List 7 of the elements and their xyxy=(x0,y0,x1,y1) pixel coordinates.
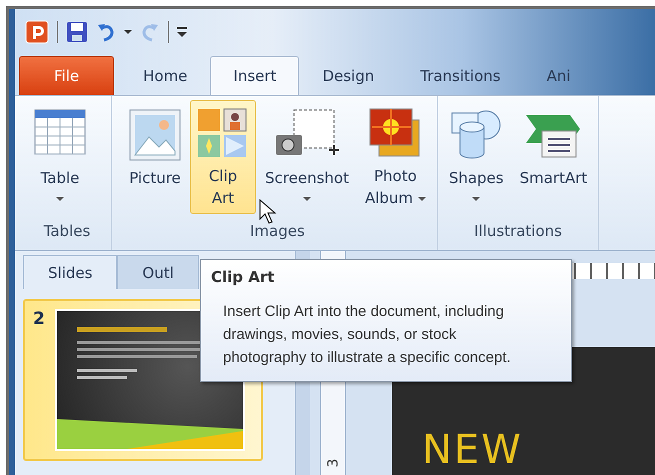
tooltip-title: Clip Art xyxy=(211,268,276,286)
group-label: Images xyxy=(249,222,306,242)
group-label: Illustrations xyxy=(473,222,563,242)
slide-title: NEW xyxy=(422,427,523,473)
ruler-number: 3 xyxy=(325,458,341,468)
group-label: Tables xyxy=(42,222,92,242)
slide-number: 2 xyxy=(33,309,45,331)
